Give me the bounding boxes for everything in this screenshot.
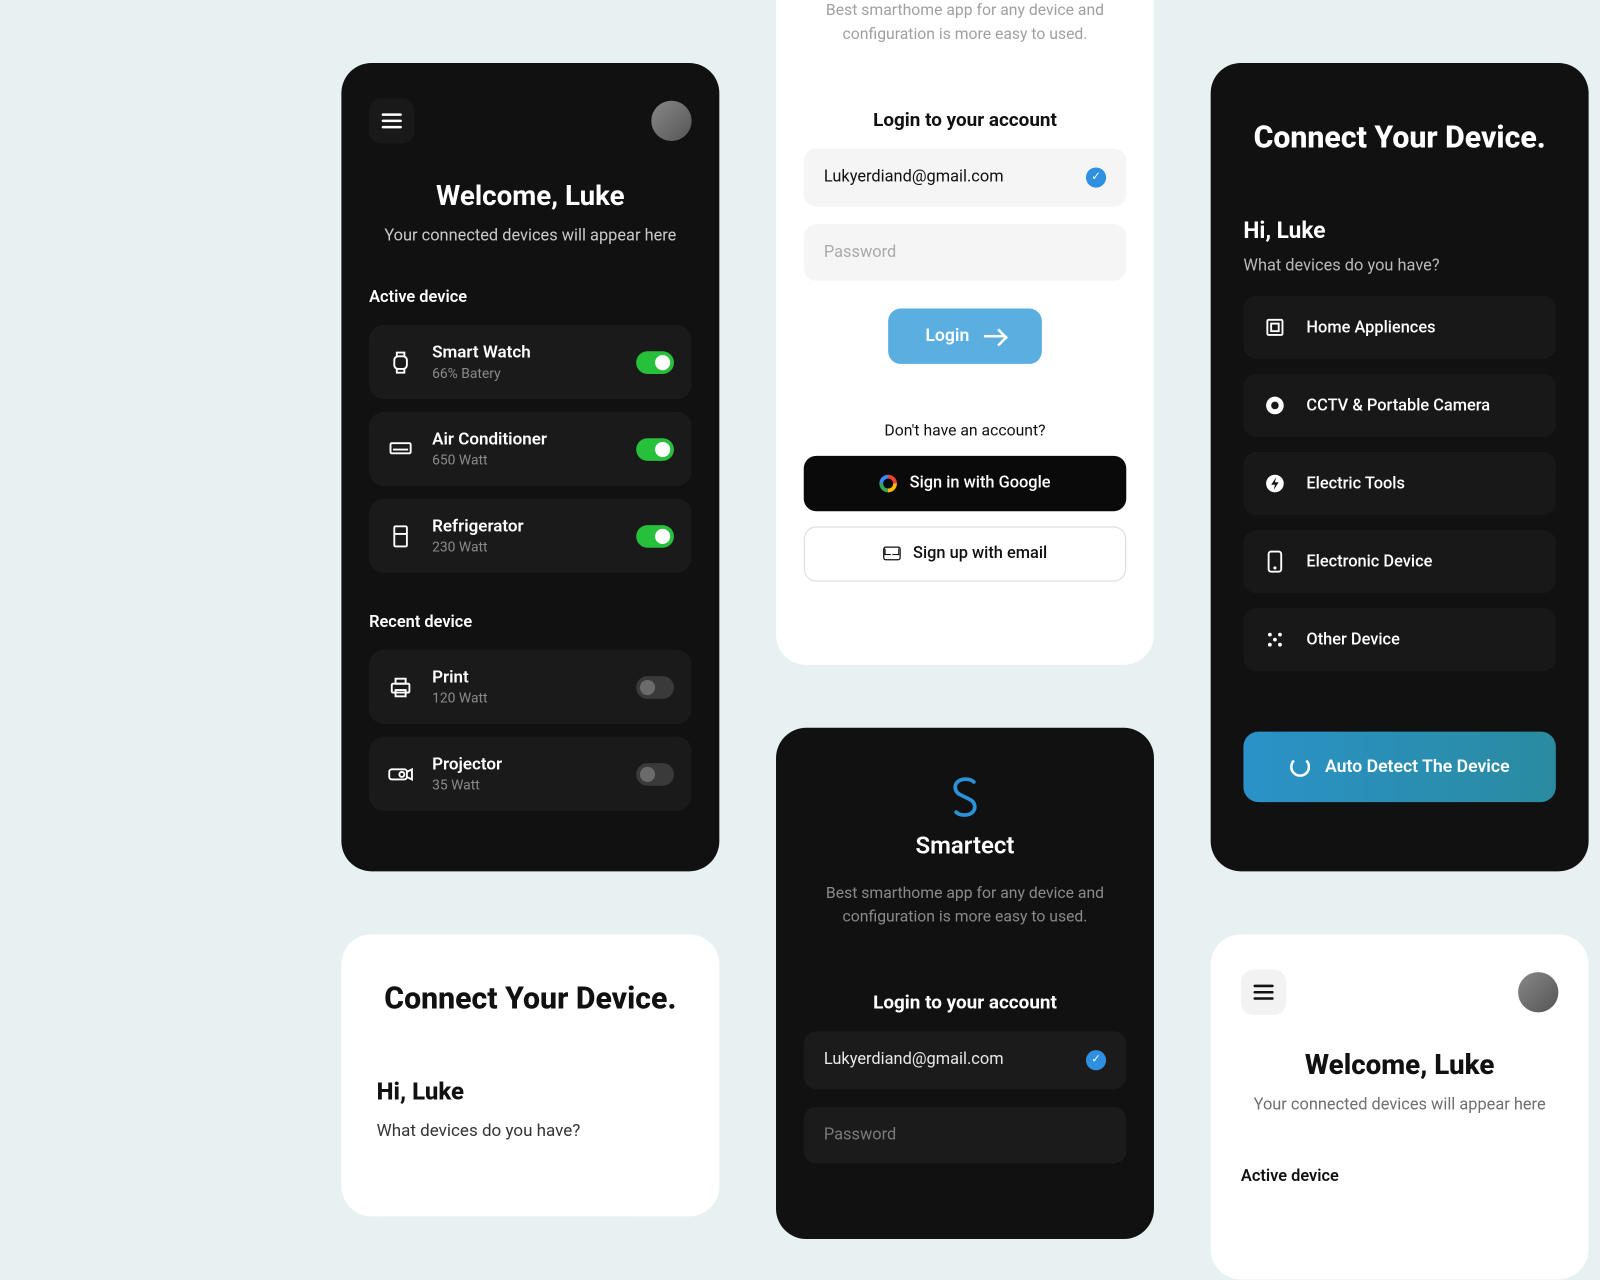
projector-icon	[387, 760, 415, 788]
category-electronic-device[interactable]: Electronic Device	[1243, 530, 1555, 593]
login-heading: Login to your account	[804, 990, 1127, 1013]
device-meta: 35 Watt	[432, 777, 618, 793]
hamburger-icon	[1254, 985, 1274, 1000]
email-signup-button[interactable]: Sign up with email	[804, 526, 1127, 581]
login-label: Login	[925, 325, 969, 345]
email-value: Lukyerdiand@gmail.com	[824, 1050, 1004, 1069]
connect-title: Connect Your Device.	[377, 980, 684, 1019]
device-name: Print	[432, 668, 618, 688]
device-row-projector[interactable]: Projector 35 Watt	[369, 737, 692, 811]
hamburger-icon	[382, 113, 402, 128]
device-meta: 230 Watt	[432, 539, 618, 555]
topbar	[1241, 970, 1558, 1015]
recent-section-label: Recent device	[369, 613, 692, 632]
device-meta: 650 Watt	[432, 452, 618, 468]
welcome-subtitle: Your connected devices will appear here	[1241, 1094, 1558, 1117]
password-field[interactable]: Password	[804, 1106, 1127, 1163]
category-electric-tools[interactable]: Electric Tools	[1243, 452, 1555, 515]
menu-button[interactable]	[1241, 970, 1286, 1015]
email-value: Lukyerdiand@gmail.com	[824, 167, 1004, 186]
brand-name: Smartect	[804, 831, 1127, 860]
auto-detect-button[interactable]: Auto Detect The Device	[1243, 732, 1555, 803]
device-toggle[interactable]	[636, 525, 674, 548]
device-toggle[interactable]	[636, 438, 674, 461]
email-field[interactable]: Lukyerdiand@gmail.com ✓	[804, 1031, 1127, 1089]
login-heading: Login to your account	[804, 108, 1127, 131]
email-field[interactable]: Lukyerdiand@gmail.com ✓	[804, 148, 1127, 206]
active-section-label: Active device	[1241, 1167, 1558, 1186]
device-row-ac[interactable]: Air Conditioner 650 Watt	[369, 412, 692, 486]
password-field[interactable]: Password	[804, 224, 1127, 281]
dashboard-light-screen: Welcome, Luke Your connected devices wil…	[1211, 934, 1589, 1279]
category-other[interactable]: Other Device	[1243, 608, 1555, 671]
menu-button[interactable]	[369, 98, 414, 143]
connect-dark-screen: Connect Your Device. Hi, Luke What devic…	[1211, 63, 1589, 871]
dashboard-dark-screen: Welcome, Luke Your connected devices wil…	[341, 63, 719, 871]
login-button[interactable]: Login	[888, 308, 1042, 363]
welcome-title: Welcome, Luke	[1241, 1050, 1558, 1081]
brand-logo	[804, 776, 1127, 819]
google-logo-icon	[879, 474, 897, 492]
avatar[interactable]	[1518, 972, 1558, 1012]
topbar	[369, 98, 692, 143]
check-badge-icon: ✓	[1086, 167, 1106, 187]
device-meta: 66% Batery	[432, 365, 618, 381]
password-placeholder: Password	[824, 242, 896, 261]
grid-icon	[1264, 629, 1287, 652]
connect-title: Connect Your Device.	[1243, 118, 1555, 157]
device-name: Smart Watch	[432, 343, 618, 363]
camera-icon	[1264, 394, 1287, 417]
avatar[interactable]	[651, 101, 691, 141]
device-toggle[interactable]	[636, 676, 674, 699]
device-row-smartwatch[interactable]: Smart Watch 66% Batery	[369, 325, 692, 399]
no-account-text: Don't have an account?	[804, 421, 1127, 440]
device-row-fridge[interactable]: Refrigerator 230 Watt	[369, 499, 692, 573]
active-section-label: Active device	[369, 289, 692, 308]
app-tagline: Best smarthome app for any device and co…	[804, 0, 1127, 47]
device-name: Refrigerator	[432, 517, 618, 537]
category-cctv[interactable]: CCTV & Portable Camera	[1243, 374, 1555, 437]
watch-icon	[387, 348, 415, 376]
password-placeholder: Password	[824, 1125, 896, 1144]
login-light-screen: Best smarthome app for any device and co…	[776, 0, 1154, 665]
google-signin-button[interactable]: Sign in with Google	[804, 455, 1127, 510]
connect-greeting: Hi, Luke	[377, 1077, 684, 1106]
bolt-icon	[1264, 472, 1287, 495]
app-tagline: Best smarthome app for any device and co…	[804, 883, 1127, 930]
device-meta: 120 Watt	[432, 690, 618, 706]
device-toggle[interactable]	[636, 351, 674, 374]
device-toggle[interactable]	[636, 763, 674, 786]
home-icon	[1264, 316, 1287, 339]
phone-icon	[1264, 550, 1287, 573]
device-row-print[interactable]: Print 120 Watt	[369, 650, 692, 724]
device-name: Projector	[432, 754, 618, 774]
login-dark-screen: Smartect Best smarthome app for any devi…	[776, 728, 1154, 1239]
category-home-appliances[interactable]: Home Appliences	[1243, 296, 1555, 359]
ac-icon	[387, 435, 415, 463]
check-badge-icon: ✓	[1086, 1050, 1106, 1070]
device-name: Air Conditioner	[432, 430, 618, 450]
fridge-icon	[387, 522, 415, 550]
refresh-icon	[1290, 757, 1310, 777]
connect-light-screen: Connect Your Device. Hi, Luke What devic…	[341, 934, 719, 1216]
connect-question: What devices do you have?	[377, 1121, 684, 1141]
connect-question: What devices do you have?	[1243, 257, 1555, 276]
welcome-title: Welcome, Luke	[369, 181, 692, 212]
welcome-subtitle: Your connected devices will appear here	[369, 225, 692, 248]
printer-icon	[387, 673, 415, 701]
connect-greeting: Hi, Luke	[1243, 218, 1555, 244]
arrow-right-icon	[984, 334, 1004, 337]
mail-icon	[883, 546, 901, 560]
